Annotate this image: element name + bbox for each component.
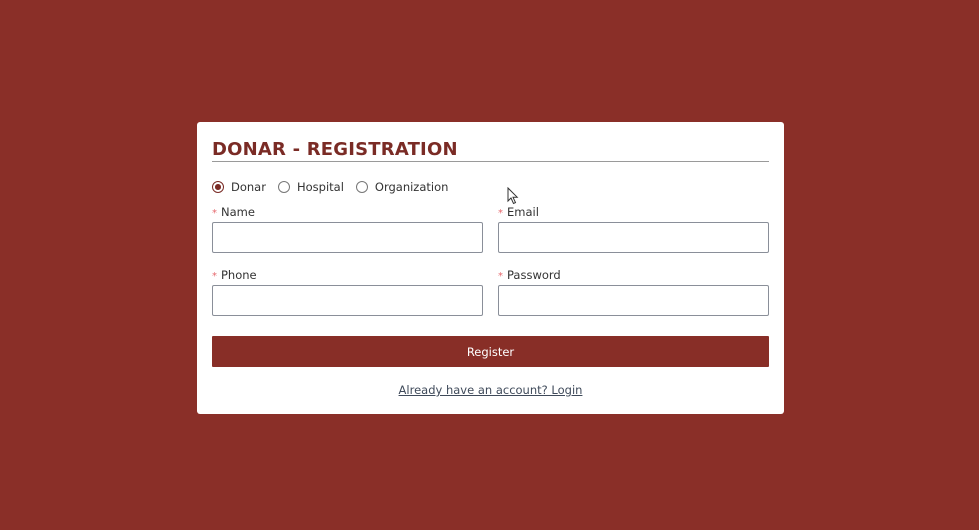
radio-checked-icon[interactable] [212,181,224,193]
role-radio-label: Hospital [296,180,344,194]
register-button[interactable]: Register [212,336,769,367]
required-marker: * [212,208,217,219]
name-field-group: * Name [212,205,483,253]
password-label: Password [507,268,561,282]
role-radio-group: Donar Hospital Organization [212,179,769,195]
radio-unchecked-icon[interactable] [355,181,368,193]
role-radio-donar[interactable]: Donar [212,180,266,194]
name-input[interactable] [212,222,483,253]
required-marker: * [498,208,503,219]
password-input[interactable] [498,285,769,316]
required-marker: * [212,271,217,282]
role-radio-label: Donar [231,180,266,194]
email-input[interactable] [498,222,769,253]
name-label: Name [221,205,255,219]
radio-unchecked-icon[interactable] [277,181,290,193]
required-marker: * [498,271,503,282]
title-divider [212,161,769,162]
phone-label: Phone [221,268,257,282]
form-title: DONAR - REGISTRATION [212,139,458,160]
phone-input[interactable] [212,285,483,316]
role-radio-hospital[interactable]: Hospital [277,180,344,194]
password-field-group: * Password [498,268,769,316]
phone-field-group: * Phone [212,268,483,316]
registration-card: DONAR - REGISTRATION Donar Hospital Orga… [197,122,784,414]
mouse-cursor-icon [507,187,519,205]
login-link[interactable]: Already have an account? Login [197,383,784,397]
role-radio-organization[interactable]: Organization [355,180,449,194]
role-radio-label: Organization [374,180,449,194]
email-label: Email [507,205,539,219]
email-field-group: * Email [498,205,769,253]
